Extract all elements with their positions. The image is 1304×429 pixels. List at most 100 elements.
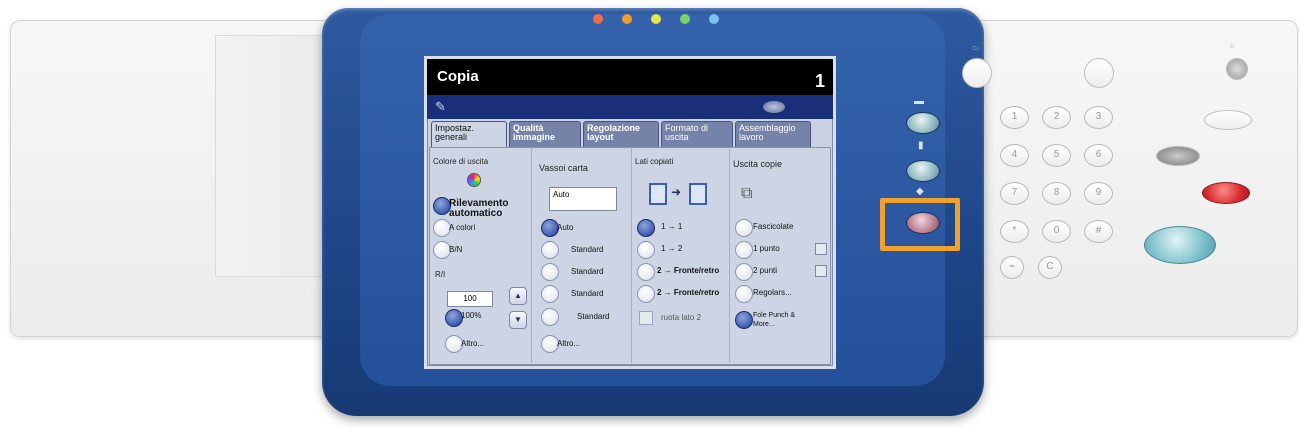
- vassoi-field[interactable]: Auto: [549, 187, 617, 211]
- option-2-punti[interactable]: 2 punti: [735, 263, 829, 281]
- ruota-lato-2-checkbox[interactable]: ruota lato 2: [639, 311, 729, 325]
- radio-button: [541, 263, 559, 281]
- key-label: 9: [1095, 187, 1102, 198]
- option-lati-1-2[interactable]: 1 → 2: [637, 241, 727, 259]
- section-divider: [729, 147, 730, 363]
- key-5[interactable]: 5: [1042, 144, 1071, 167]
- option-label: Altro...: [461, 339, 485, 348]
- key-label: C: [1046, 261, 1054, 272]
- key-clear[interactable]: C: [1038, 256, 1062, 279]
- key-label: 4: [1011, 149, 1018, 160]
- key-4[interactable]: 4: [1000, 144, 1029, 167]
- screen-title-bar: Copia 1: [427, 59, 833, 95]
- option-100-percent[interactable]: 100%: [445, 309, 505, 327]
- start-button[interactable]: [1144, 226, 1216, 264]
- machine-status-icon: ◆: [916, 186, 924, 197]
- clear-all-icon: C◊: [973, 46, 980, 52]
- key-star[interactable]: *: [1000, 220, 1029, 243]
- zoom-up-button[interactable]: ▲: [509, 287, 527, 305]
- eye-icon[interactable]: [763, 101, 785, 113]
- tab-formato-uscita[interactable]: Formato di uscita: [661, 121, 733, 147]
- option-label: Auto: [557, 223, 574, 232]
- arrow-right-icon: ➜: [671, 185, 682, 199]
- option-vassoio-3[interactable]: Standard: [541, 285, 631, 303]
- copy-counter: 1: [814, 71, 825, 91]
- color-wheel-icon: [467, 173, 481, 187]
- status-led-red: [593, 14, 603, 24]
- stop-button[interactable]: [1202, 182, 1250, 204]
- duplex-diagram-icon: ➜: [647, 177, 717, 207]
- tab-assemblaggio-lavoro[interactable]: Assemblaggio lavoro: [735, 121, 811, 147]
- option-label: Standard: [571, 289, 604, 298]
- key-1[interactable]: 1: [1000, 106, 1029, 129]
- clear-button[interactable]: [1156, 146, 1200, 166]
- touch-screen: Copia 1 ✎ Impostaz. generali Qualità imm…: [424, 56, 836, 369]
- option-label: 2 punti: [753, 266, 778, 275]
- section-divider: [531, 147, 532, 363]
- tab-regolazione-layout[interactable]: Regolazione layout: [583, 121, 659, 147]
- option-label: 100%: [461, 311, 482, 320]
- option-label: Standard: [577, 312, 610, 321]
- key-9[interactable]: 9: [1084, 182, 1113, 205]
- job-status-icon: ▮: [918, 140, 924, 151]
- key-label: *: [1012, 225, 1017, 236]
- key-0[interactable]: 0: [1042, 220, 1071, 243]
- option-vassoio-altro[interactable]: Altro...: [541, 335, 631, 353]
- key-label: #: [1095, 225, 1102, 236]
- job-status-button[interactable]: [906, 160, 940, 182]
- zoom-value-field[interactable]: 100: [447, 291, 493, 307]
- key-dial-pause[interactable]: ⌁: [1000, 256, 1024, 279]
- screen-tool-bar: ✎: [427, 95, 833, 119]
- services-button[interactable]: [906, 112, 940, 134]
- power-saver-button[interactable]: [1226, 58, 1248, 80]
- key-label: 5: [1053, 149, 1060, 160]
- staple-position-icon: [815, 243, 827, 255]
- option-vassoio-auto[interactable]: Auto: [541, 219, 631, 237]
- checkbox: [639, 311, 653, 325]
- option-rilevamento-automatico[interactable]: Rilevamento automatico: [433, 197, 533, 219]
- radio-button: [735, 241, 753, 259]
- key-7[interactable]: 7: [1000, 182, 1029, 205]
- option-lati-1-1[interactable]: 1 → 1: [637, 219, 727, 237]
- tab-label: Regolazione layout: [587, 123, 641, 142]
- option-label: 1 punto: [753, 244, 780, 253]
- vassoi-carta-label: Vassoi carta: [539, 163, 588, 173]
- key-6[interactable]: 6: [1084, 144, 1113, 167]
- key-2[interactable]: 2: [1042, 106, 1071, 129]
- colore-uscita-label: Colore di uscita: [433, 157, 489, 166]
- radio-button: [541, 285, 559, 303]
- key-3[interactable]: 3: [1084, 106, 1113, 129]
- option-lati-2-2[interactable]: 2 → Fronte/retro: [637, 285, 729, 303]
- zoom-down-button[interactable]: ▼: [509, 311, 527, 329]
- option-hole-punch[interactable]: Fole Punch & More...: [735, 309, 829, 331]
- option-regolarsi[interactable]: Regolars...: [735, 285, 829, 303]
- option-lati-2-1[interactable]: 2 → Fronte/retro: [637, 263, 729, 281]
- key-label: 8: [1053, 187, 1060, 198]
- tab-impostazioni-generali[interactable]: Impostaz. generali: [431, 121, 507, 147]
- key-label: 2: [1053, 111, 1060, 122]
- option-altro-zoom[interactable]: Altro...: [445, 335, 505, 353]
- feature-icon[interactable]: ✎: [435, 99, 446, 115]
- option-vassoio-bypass[interactable]: Standard: [541, 308, 631, 326]
- colore-uscita-group: Colore di uscita Rilevamento automatico …: [433, 151, 529, 269]
- uscita-copie-label: Uscita copie: [733, 159, 783, 169]
- tab-label: Impostaz. generali: [435, 123, 475, 142]
- key-8[interactable]: 8: [1042, 182, 1071, 205]
- option-vassoio-2[interactable]: Standard: [541, 263, 631, 281]
- option-label: 1 → 2: [661, 244, 683, 253]
- option-a-colori[interactable]: A colori: [433, 219, 523, 237]
- tab-qualita-immagine[interactable]: Qualità immagine: [509, 121, 581, 147]
- pause-button[interactable]: [1204, 110, 1252, 130]
- clear-all-button[interactable]: [962, 58, 992, 88]
- status-led-orange: [622, 14, 632, 24]
- key-hash[interactable]: #: [1084, 220, 1113, 243]
- tab-label: Assemblaggio lavoro: [739, 123, 796, 142]
- option-vassoio-1[interactable]: Standard: [541, 241, 631, 259]
- radio-button: [541, 308, 559, 326]
- option-fascicolate[interactable]: Fascicolate: [735, 219, 829, 237]
- interrupt-button[interactable]: [1084, 58, 1114, 88]
- vassoi-field-value: Auto: [553, 190, 570, 199]
- option-1-punto[interactable]: 1 punto: [735, 241, 829, 259]
- option-bn[interactable]: B/N: [433, 241, 523, 259]
- page-icon: [649, 183, 667, 205]
